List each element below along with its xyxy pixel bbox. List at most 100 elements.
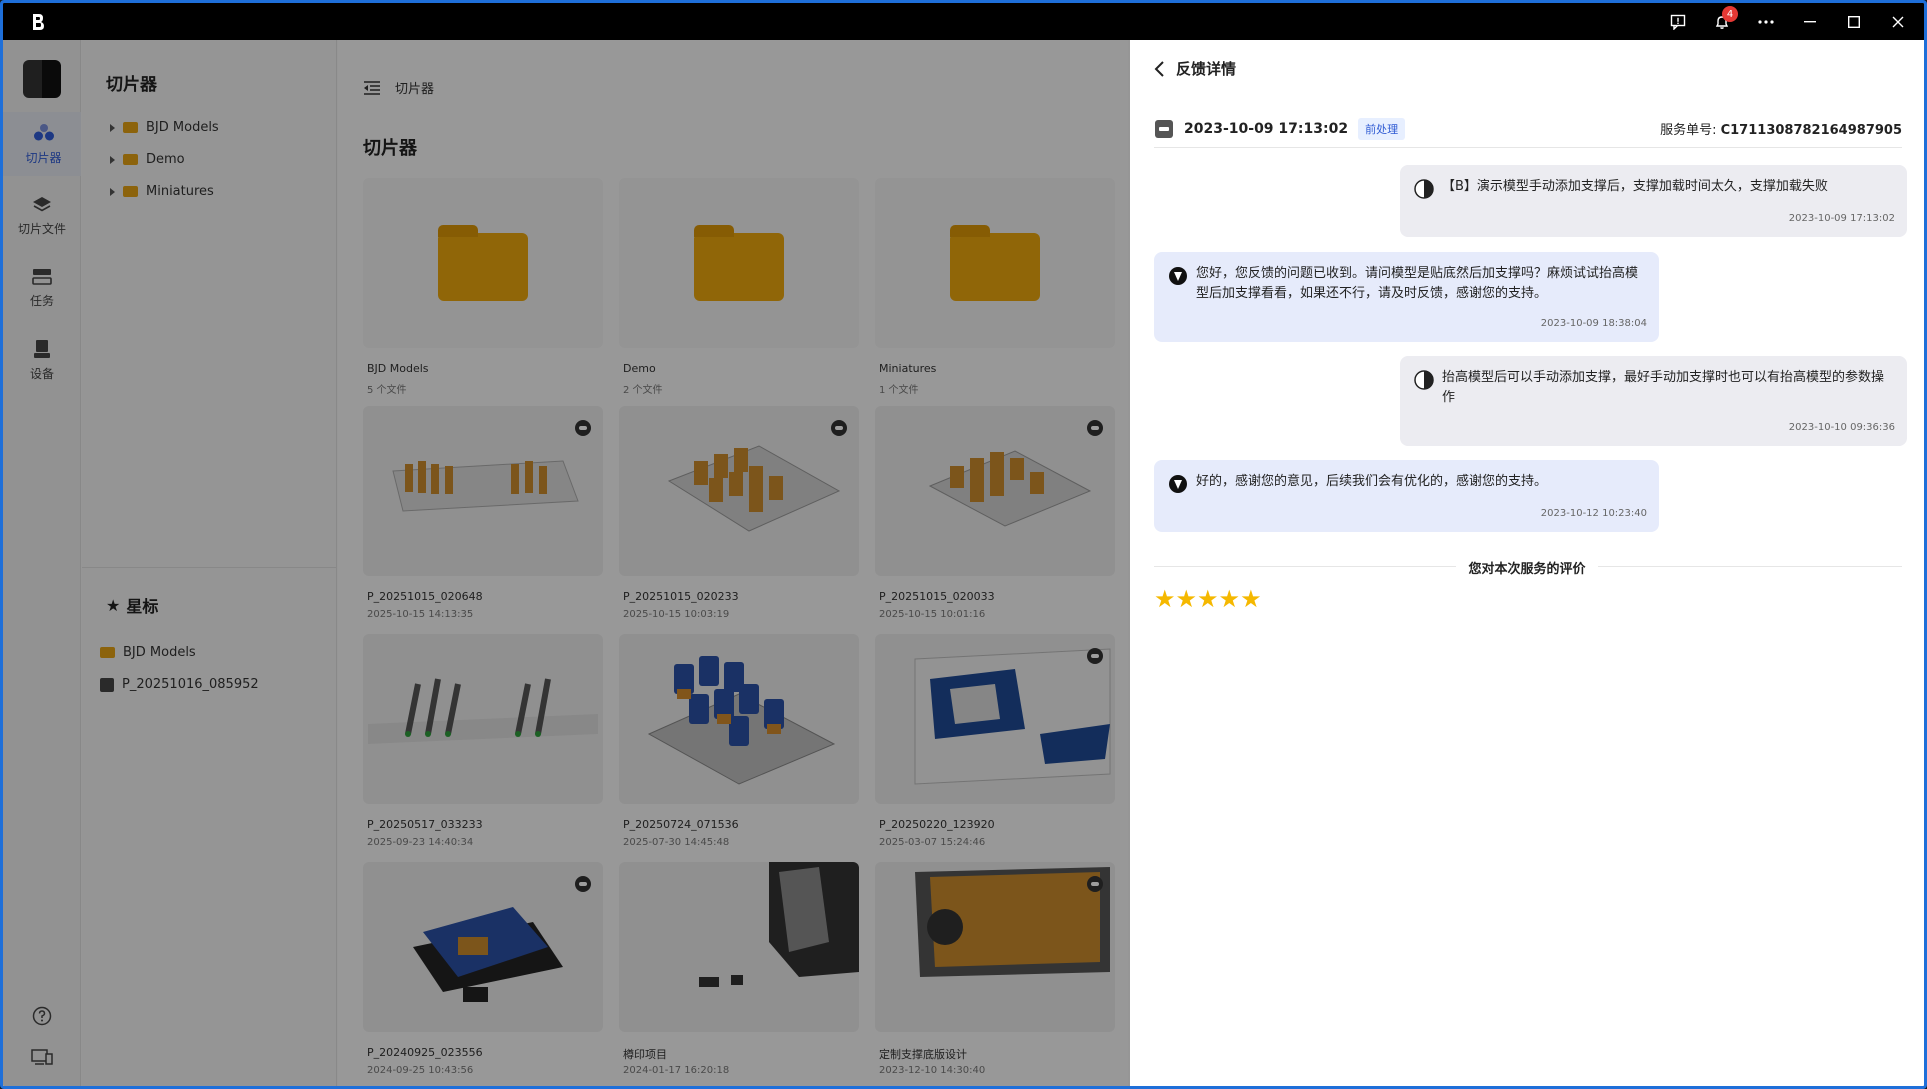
starred-item-label: BJD Models bbox=[123, 645, 196, 660]
breadcrumb-item[interactable]: 切片器 bbox=[395, 78, 434, 97]
message-text: 您好，您反馈的问题已收到。请问模型是贴底然后加支撑吗？麻烦试试抬高模型后加支撑看… bbox=[1196, 266, 1639, 301]
tree-title: 切片器 bbox=[106, 75, 157, 95]
collapse-sidebar-icon[interactable] bbox=[363, 80, 381, 95]
file-card[interactable]: P_20251015_020233 2025-10-15 10:03:19 bbox=[619, 406, 859, 634]
feedback-meta-row: 2023-10-09 17:13:02 前处理 服务单号: C171130878… bbox=[1154, 110, 1902, 148]
card-subtitle: 2024-09-25 10:43:56 bbox=[367, 1065, 474, 1076]
nav-item-label: 设备 bbox=[29, 366, 54, 381]
file-card[interactable]: 定制支撑底版设计 2023-12-10 14:30:40 bbox=[875, 862, 1115, 1086]
star-rating[interactable]: ★★★★★ bbox=[1154, 585, 1262, 613]
card-name: P_20250220_123920 bbox=[879, 818, 995, 831]
card-subtitle: 2025-10-15 14:13:35 bbox=[367, 609, 474, 620]
card-name: P_20250517_033233 bbox=[367, 818, 483, 831]
card-name: P_20251015_020233 bbox=[623, 590, 739, 603]
folder-tree-panel: 切片器 BJD Models Demo Miniatures ★ 星标 BJD … bbox=[82, 40, 337, 1086]
service-number: 服务单号: C1711308782164987905 bbox=[1660, 119, 1902, 138]
cloud-sync-icon bbox=[575, 876, 591, 892]
file-card[interactable]: P_20250724_071536 2025-07-30 14:45:48 bbox=[619, 634, 859, 862]
ticket-icon bbox=[1155, 119, 1173, 138]
message-time: 2023-10-09 18:38:04 bbox=[1540, 318, 1647, 329]
help-icon[interactable] bbox=[32, 1006, 52, 1026]
card-name: 定制支撑底版设计 bbox=[879, 1048, 967, 1061]
title-bar: 4 bbox=[3, 3, 1924, 40]
cloud-sync-icon bbox=[1087, 420, 1103, 436]
more-options-icon[interactable] bbox=[1748, 3, 1784, 40]
app-logo-icon bbox=[19, 3, 56, 40]
cloud-sync-icon bbox=[831, 420, 847, 436]
folder-card[interactable]: BJD Models 5 个文件 bbox=[363, 178, 603, 406]
minimize-icon[interactable] bbox=[1792, 3, 1828, 40]
file-card[interactable]: P_20251015_020648 2025-10-15 14:13:35 bbox=[363, 406, 603, 634]
starred-item-file[interactable]: P_20251016_085952 bbox=[100, 677, 259, 692]
folder-card[interactable]: Miniatures 1 个文件 bbox=[875, 178, 1115, 406]
nav-item-slice-files[interactable]: 切片文件 bbox=[3, 184, 81, 248]
tree-folder-bjd-models[interactable]: BJD Models bbox=[110, 120, 219, 135]
starred-item-bjd-models[interactable]: BJD Models bbox=[100, 645, 196, 660]
tree-folder-miniatures[interactable]: Miniatures bbox=[110, 184, 214, 199]
folder-card[interactable]: Demo 2 个文件 bbox=[619, 178, 859, 406]
model-thumbnail bbox=[619, 406, 859, 576]
expand-caret-icon[interactable] bbox=[110, 123, 115, 132]
file-card[interactable]: P_20250517_033233 2025-09-23 14:40:34 bbox=[363, 634, 603, 862]
notification-badge: 4 bbox=[1722, 6, 1738, 22]
user-avatar-icon bbox=[1414, 370, 1434, 390]
model-thumbnail bbox=[363, 406, 603, 576]
cloud-sync-icon bbox=[1087, 876, 1103, 892]
card-subtitle: 2025-09-23 14:40:34 bbox=[367, 837, 474, 848]
nav-item-label: 任务 bbox=[29, 293, 54, 308]
nav-item-tasks[interactable]: 任务 bbox=[3, 256, 81, 320]
expand-caret-icon[interactable] bbox=[110, 155, 115, 164]
notification-bell-icon[interactable]: 4 bbox=[1704, 3, 1740, 40]
card-name: 樽印项目 bbox=[623, 1048, 667, 1061]
feedback-date: 2023-10-09 17:13:02 bbox=[1184, 120, 1349, 137]
folder-icon bbox=[694, 225, 784, 301]
printer-device-icon bbox=[34, 339, 50, 358]
starred-label: 星标 bbox=[126, 597, 159, 616]
tree-folder-label: Miniatures bbox=[146, 184, 214, 199]
tasks-icon bbox=[32, 268, 52, 285]
nav-item-slicer[interactable]: 切片器 bbox=[3, 112, 81, 176]
model-thumbnail bbox=[875, 862, 1115, 1032]
service-number-value: C1711308782164987905 bbox=[1720, 123, 1902, 138]
cloud-sync-icon bbox=[1087, 648, 1103, 664]
support-avatar-icon bbox=[1169, 475, 1187, 493]
model-thumbnail bbox=[619, 862, 859, 1032]
file-card[interactable]: P_20240925_023556 2024-09-25 10:43:56 bbox=[363, 862, 603, 1086]
maximize-icon[interactable] bbox=[1836, 3, 1872, 40]
close-icon[interactable] bbox=[1880, 3, 1916, 40]
card-name: P_20251015_020033 bbox=[879, 590, 995, 603]
message-text: 抬高模型后可以手动添加支撑，最好手动加支撑时也可以有抬高模型的参数操作 bbox=[1442, 370, 1885, 405]
breadcrumb: 切片器 bbox=[363, 78, 434, 97]
nav-item-label: 切片文件 bbox=[17, 221, 66, 236]
card-subtitle: 2025-10-15 10:01:16 bbox=[879, 609, 986, 620]
tree-folder-label: Demo bbox=[146, 152, 185, 167]
expand-caret-icon[interactable] bbox=[110, 187, 115, 196]
card-name: P_20251015_020648 bbox=[367, 590, 483, 603]
nav-item-devices[interactable]: 设备 bbox=[3, 328, 81, 392]
card-subtitle: 2025-07-30 14:45:48 bbox=[623, 837, 730, 848]
tree-folder-demo[interactable]: Demo bbox=[110, 152, 185, 167]
card-name: P_20240925_023556 bbox=[367, 1046, 483, 1059]
file-card[interactable]: P_20250220_123920 2025-03-07 15:24:46 bbox=[875, 634, 1115, 862]
file-card[interactable]: 樽印项目 2024-01-17 16:20:18 bbox=[619, 862, 859, 1086]
starred-item-label: P_20251016_085952 bbox=[122, 677, 259, 692]
card-subtitle: 1 个文件 bbox=[879, 385, 919, 396]
avatar[interactable] bbox=[23, 60, 61, 98]
message-time: 2023-10-09 17:13:02 bbox=[1788, 213, 1895, 224]
card-name: BJD Models bbox=[367, 362, 429, 375]
back-arrow-icon[interactable] bbox=[1154, 60, 1166, 77]
file-icon bbox=[100, 677, 114, 692]
rating-label-text: 您对本次服务的评价 bbox=[1456, 562, 1598, 577]
layers-icon bbox=[33, 196, 51, 211]
file-card[interactable]: P_20251015_020033 2025-10-15 10:01:16 bbox=[875, 406, 1115, 634]
card-name: P_20250724_071536 bbox=[623, 818, 739, 831]
file-grid: BJD Models 5 个文件 Demo 2 个文件 Miniatures 1… bbox=[363, 178, 1115, 1086]
device-switch-icon[interactable] bbox=[31, 1048, 53, 1066]
card-subtitle: 2025-10-15 10:03:19 bbox=[623, 609, 730, 620]
message-text: 【B】演示模型手动添加支撑后，支撑加载时间太久，支撑加载失败 bbox=[1442, 179, 1828, 194]
feedback-icon[interactable] bbox=[1660, 3, 1696, 40]
folder-icon bbox=[123, 122, 138, 133]
message-time: 2023-10-10 09:36:36 bbox=[1788, 422, 1895, 433]
slicer-icon bbox=[33, 123, 54, 140]
panel-header: 反馈详情 bbox=[1154, 58, 1236, 79]
